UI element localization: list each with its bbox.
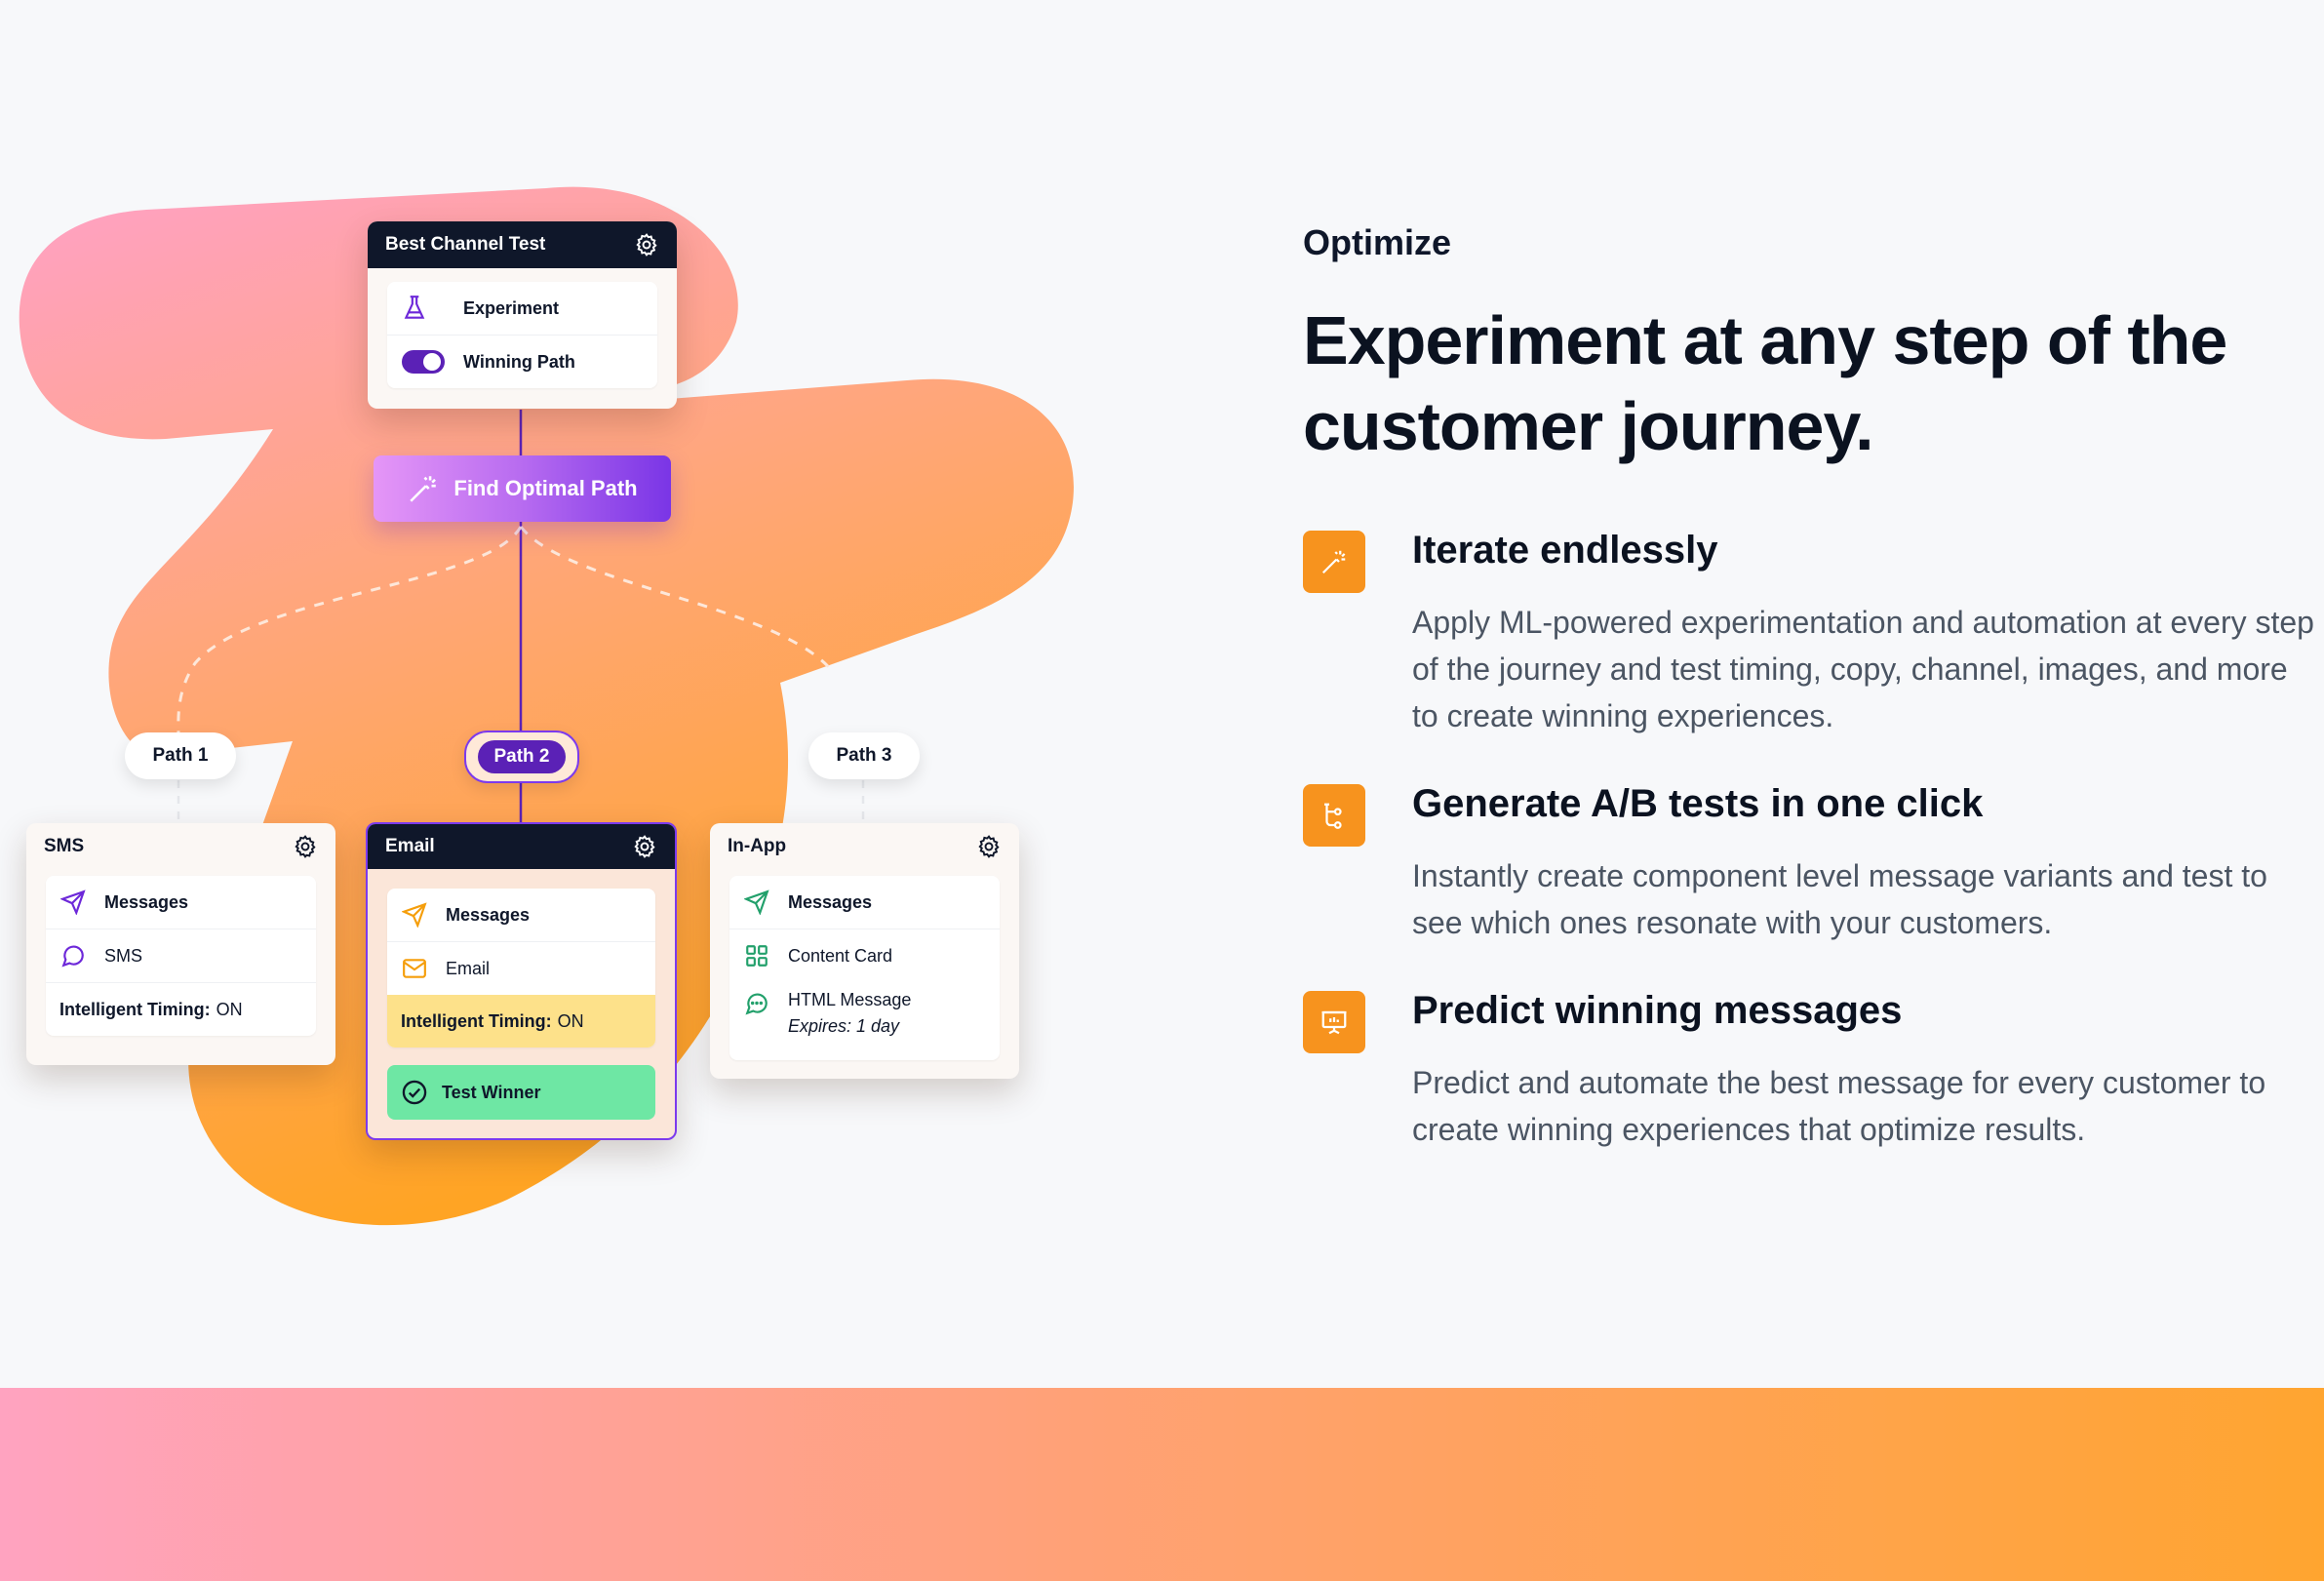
sms-card[interactable]: SMS Messages SMS Intelligent Timing: ON bbox=[26, 823, 335, 1065]
feature-description: Predict and automate the best message fo… bbox=[1412, 1065, 2266, 1147]
branch-icon bbox=[1303, 784, 1365, 847]
row-label: HTML Message bbox=[788, 990, 912, 1009]
card-body: Messages Email Intelligent Timing: ON bbox=[387, 889, 655, 1047]
chat-bubble-icon bbox=[59, 942, 87, 969]
path-2-pill[interactable]: Path 2 bbox=[464, 731, 579, 783]
gradient-band bbox=[0, 1388, 2324, 1581]
test-winner-badge: Test Winner bbox=[387, 1065, 655, 1120]
messages-row: Messages bbox=[387, 889, 655, 941]
send-icon bbox=[743, 889, 770, 916]
send-icon bbox=[401, 901, 428, 929]
row-label: Messages bbox=[104, 891, 189, 912]
intelligent-timing: Intelligent Timing: ON bbox=[387, 995, 655, 1047]
send-icon bbox=[59, 889, 87, 916]
card-title: In-App bbox=[728, 836, 787, 856]
feature-description: Instantly create component level message… bbox=[1412, 858, 2267, 940]
card-header: Best Channel Test bbox=[368, 221, 677, 268]
row-label: Content Card bbox=[788, 945, 893, 966]
envelope-icon bbox=[401, 955, 428, 982]
best-channel-test-card[interactable]: Best Channel Test Experiment Winning Pat… bbox=[368, 221, 677, 409]
messages-row: Messages bbox=[729, 876, 1000, 929]
section-eyebrow: Optimize bbox=[1303, 222, 1452, 262]
expires-label: Expires: 1 day bbox=[788, 1016, 900, 1036]
timing-value: ON bbox=[557, 1010, 584, 1031]
chat-dots-icon bbox=[743, 990, 770, 1017]
button-label: Find Optimal Path bbox=[453, 476, 638, 500]
html-message-row: HTML Message Expires: 1 day bbox=[729, 982, 1000, 1060]
row-label: Messages bbox=[788, 891, 873, 912]
timing-label: Intelligent Timing: bbox=[401, 1010, 552, 1031]
toggle-icon[interactable] bbox=[401, 348, 446, 375]
card-title: Email bbox=[385, 836, 435, 856]
timing-value: ON bbox=[216, 999, 243, 1019]
row-label: SMS bbox=[104, 945, 143, 966]
check-circle-icon bbox=[402, 1080, 427, 1105]
card-title: Best Channel Test bbox=[385, 234, 546, 255]
card-header: SMS bbox=[26, 823, 335, 870]
row-label: Email bbox=[446, 958, 491, 978]
row-label: Experiment bbox=[463, 297, 560, 318]
path-label: Path 2 bbox=[478, 740, 566, 773]
card-body: Messages SMS Intelligent Timing: ON bbox=[46, 876, 316, 1036]
messages-row: Messages bbox=[46, 876, 316, 929]
find-optimal-path-button[interactable]: Find Optimal Path bbox=[374, 455, 671, 522]
path-label: Path 3 bbox=[836, 745, 892, 766]
winner-label: Test Winner bbox=[442, 1082, 541, 1102]
grid-icon bbox=[743, 942, 770, 969]
feature-title: Iterate endlessly bbox=[1412, 529, 1718, 572]
intelligent-timing: Intelligent Timing: ON bbox=[46, 982, 316, 1036]
sms-row: SMS bbox=[46, 929, 316, 982]
section-headline: Experiment at any step of the customer j… bbox=[1303, 302, 2227, 464]
content-card-row: Content Card bbox=[729, 929, 1000, 982]
path-3-pill[interactable]: Path 3 bbox=[808, 732, 920, 779]
presentation-icon bbox=[1303, 991, 1365, 1053]
feature-description: Apply ML-powered experimentation and aut… bbox=[1412, 605, 2314, 733]
card-body: Messages Content Card HTML Message Expir… bbox=[729, 876, 1000, 1060]
flask-icon bbox=[401, 295, 428, 322]
gear-icon[interactable] bbox=[632, 834, 657, 859]
in-app-card[interactable]: In-App Messages Content Card HTML Messag… bbox=[710, 823, 1019, 1079]
timing-label: Intelligent Timing: bbox=[59, 999, 211, 1019]
gear-icon[interactable] bbox=[634, 232, 659, 257]
winning-path-row[interactable]: Winning Path bbox=[387, 335, 657, 388]
gear-icon[interactable] bbox=[976, 834, 1002, 859]
card-title: SMS bbox=[44, 836, 85, 856]
experiment-row: Experiment bbox=[387, 282, 657, 335]
card-header: In-App bbox=[710, 823, 1019, 870]
gear-icon[interactable] bbox=[293, 834, 318, 859]
card-body: Experiment Winning Path bbox=[387, 282, 657, 388]
path-label: Path 1 bbox=[152, 745, 209, 766]
row-label: Winning Path bbox=[463, 351, 575, 372]
card-header: Email bbox=[368, 824, 675, 869]
email-card[interactable]: Email Messages Email Intelligent Timing:… bbox=[366, 822, 677, 1140]
magic-wand-icon bbox=[1303, 531, 1365, 593]
path-1-pill[interactable]: Path 1 bbox=[125, 732, 236, 779]
feature-title: Generate A/B tests in one click bbox=[1412, 782, 1984, 825]
feature-title: Predict winning messages bbox=[1412, 989, 1903, 1032]
magic-wand-icon bbox=[410, 476, 437, 502]
row-label: Messages bbox=[446, 904, 531, 925]
email-row: Email bbox=[387, 941, 655, 995]
